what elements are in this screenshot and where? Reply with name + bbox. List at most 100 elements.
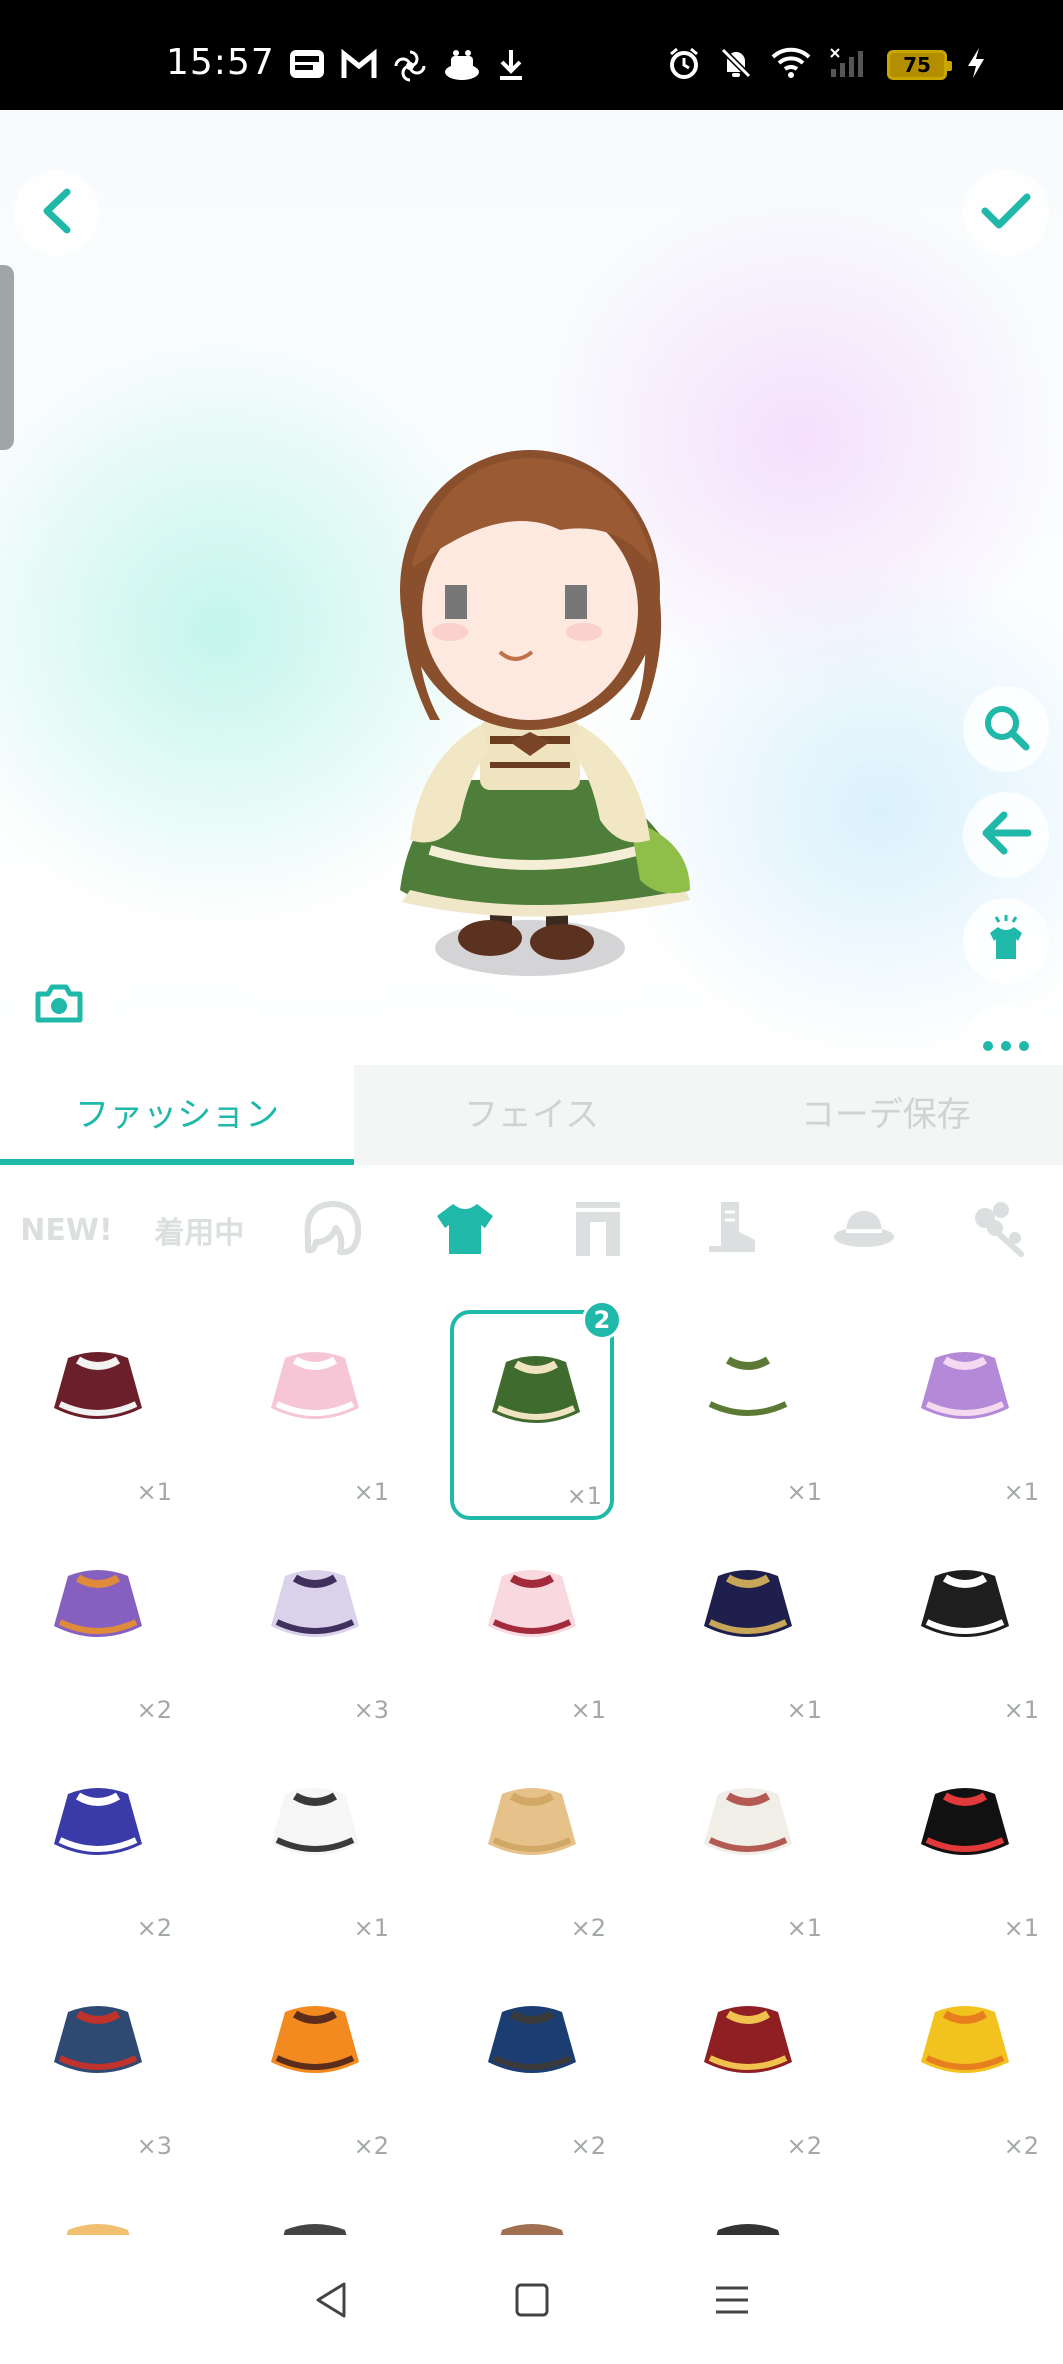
item-cell[interactable]: ×3: [16, 1964, 180, 2174]
system-icons: 75: [667, 46, 987, 84]
item-count: ×1: [136, 1478, 172, 1506]
item-cell[interactable]: ×2: [16, 1746, 180, 1956]
chevron-left-icon: [37, 186, 77, 240]
item-cell[interactable]: ×1 2: [450, 1300, 622, 1520]
pants-icon: [570, 1198, 626, 1262]
item-cell[interactable]: [16, 2182, 180, 2235]
category-wearing[interactable]: 着用中: [144, 1185, 254, 1275]
item-count: ×2: [786, 2132, 822, 2160]
back-button[interactable]: [14, 170, 100, 256]
alarm-icon: [667, 46, 701, 84]
item-cell[interactable]: ×1: [666, 1746, 830, 1956]
item-cell[interactable]: ×1: [233, 1310, 397, 1520]
charging-icon: [965, 46, 987, 84]
item-thumbnail: [492, 1356, 580, 1423]
item-thumbnail: [921, 1352, 1009, 1419]
more-button[interactable]: [963, 1004, 1049, 1065]
category-row: NEW! 着用中: [0, 1165, 1063, 1295]
item-thumbnail: [488, 2006, 576, 2073]
signal-icon: [829, 47, 869, 83]
more-icon: [980, 1038, 1032, 1057]
search-icon: [980, 701, 1032, 757]
category-hats[interactable]: [809, 1185, 919, 1275]
hat-icon: [832, 1203, 896, 1257]
status-time: 15:57: [166, 42, 275, 83]
notification-icons: [288, 48, 526, 84]
item-count: ×1: [353, 1478, 389, 1506]
item-thumbnail: [500, 2224, 564, 2235]
item-thumbnail: [704, 1570, 792, 1637]
category-new[interactable]: NEW!: [11, 1185, 121, 1275]
item-cell[interactable]: ×1: [16, 1310, 180, 1520]
tab-outfit-save[interactable]: コーデ保存: [709, 1065, 1063, 1165]
item-cell[interactable]: ×1: [883, 1528, 1047, 1738]
item-thumbnail: [54, 1788, 142, 1855]
category-new-label: NEW!: [20, 1212, 113, 1248]
zoom-button[interactable]: [963, 686, 1049, 772]
main-tabs: ファッション フェイス コーデ保存: [0, 1065, 1063, 1165]
item-count: ×1: [353, 1914, 389, 1942]
item-count: ×2: [136, 1696, 172, 1724]
item-cell[interactable]: ×2: [450, 1746, 614, 1956]
line-manga-icon: [288, 48, 326, 84]
item-count: ×2: [353, 2132, 389, 2160]
item-thumbnail: [921, 1570, 1009, 1637]
back-triangle-icon[interactable]: [312, 2280, 352, 2320]
item-cell[interactable]: [666, 2182, 830, 2235]
wifi-icon: [771, 47, 811, 83]
battery-icon: 75: [887, 50, 952, 80]
category-bottoms[interactable]: [543, 1185, 653, 1275]
item-cell[interactable]: ×2: [666, 1964, 830, 2174]
category-shoes[interactable]: [676, 1185, 786, 1275]
item-cell[interactable]: [233, 2182, 397, 2235]
item-count: ×3: [136, 2132, 172, 2160]
item-cell[interactable]: ×1: [233, 1746, 397, 1956]
undo-button[interactable]: [963, 792, 1049, 878]
item-cell[interactable]: ×2: [450, 1964, 614, 2174]
pinwheel-icon: [392, 48, 428, 84]
item-count: ×1: [1003, 1914, 1039, 1942]
item-thumbnail: [271, 1788, 359, 1855]
item-count: ×1: [1003, 1478, 1039, 1506]
category-accessories[interactable]: [942, 1185, 1052, 1275]
item-thumbnail: [488, 1570, 576, 1637]
item-count: ×1: [1003, 1696, 1039, 1724]
item-cell[interactable]: ×1: [450, 1528, 614, 1738]
item-count: ×1: [786, 1696, 822, 1724]
item-count: ×1: [786, 1478, 822, 1506]
item-cell[interactable]: ×1: [883, 1310, 1047, 1520]
item-cell[interactable]: ×2: [233, 1964, 397, 2174]
item-thumbnail: [716, 2224, 780, 2235]
item-thumbnail: [66, 2224, 130, 2235]
download-icon: [496, 48, 526, 84]
boot-icon: [701, 1198, 761, 1262]
menu-lines-icon[interactable]: [712, 2280, 752, 2320]
item-thumbnail: [271, 1570, 359, 1637]
outfit-button[interactable]: [963, 898, 1049, 984]
tab-face[interactable]: フェイス: [354, 1065, 708, 1165]
category-hair[interactable]: [277, 1185, 387, 1275]
item-cell[interactable]: ×1: [666, 1310, 830, 1520]
category-tops[interactable]: [410, 1185, 520, 1275]
item-cell[interactable]: ×1: [883, 1746, 1047, 1956]
item-cell[interactable]: ×2: [16, 1528, 180, 1738]
item-count: ×1: [566, 1482, 602, 1510]
item-cell[interactable]: ×2: [883, 1964, 1047, 2174]
item-count: ×2: [1003, 2132, 1039, 2160]
item-thumbnail: [283, 2224, 347, 2235]
item-thumbnail: [704, 1788, 792, 1855]
avatar-character[interactable]: [340, 420, 720, 1000]
item-cell[interactable]: [450, 2182, 614, 2235]
item-thumbnail: [921, 1788, 1009, 1855]
item-cell[interactable]: ×3: [233, 1528, 397, 1738]
confirm-button[interactable]: [963, 170, 1049, 256]
home-square-icon[interactable]: [512, 2280, 552, 2320]
side-drawer-handle[interactable]: [0, 265, 14, 450]
item-cell[interactable]: ×1: [666, 1528, 830, 1738]
item-thumbnail: [488, 1788, 576, 1855]
item-thumbnail: [271, 1352, 359, 1419]
tab-fashion[interactable]: ファッション: [0, 1065, 355, 1165]
camera-button[interactable]: [16, 962, 102, 1048]
item-count: ×1: [786, 1914, 822, 1942]
arrow-left-icon: [980, 811, 1032, 859]
